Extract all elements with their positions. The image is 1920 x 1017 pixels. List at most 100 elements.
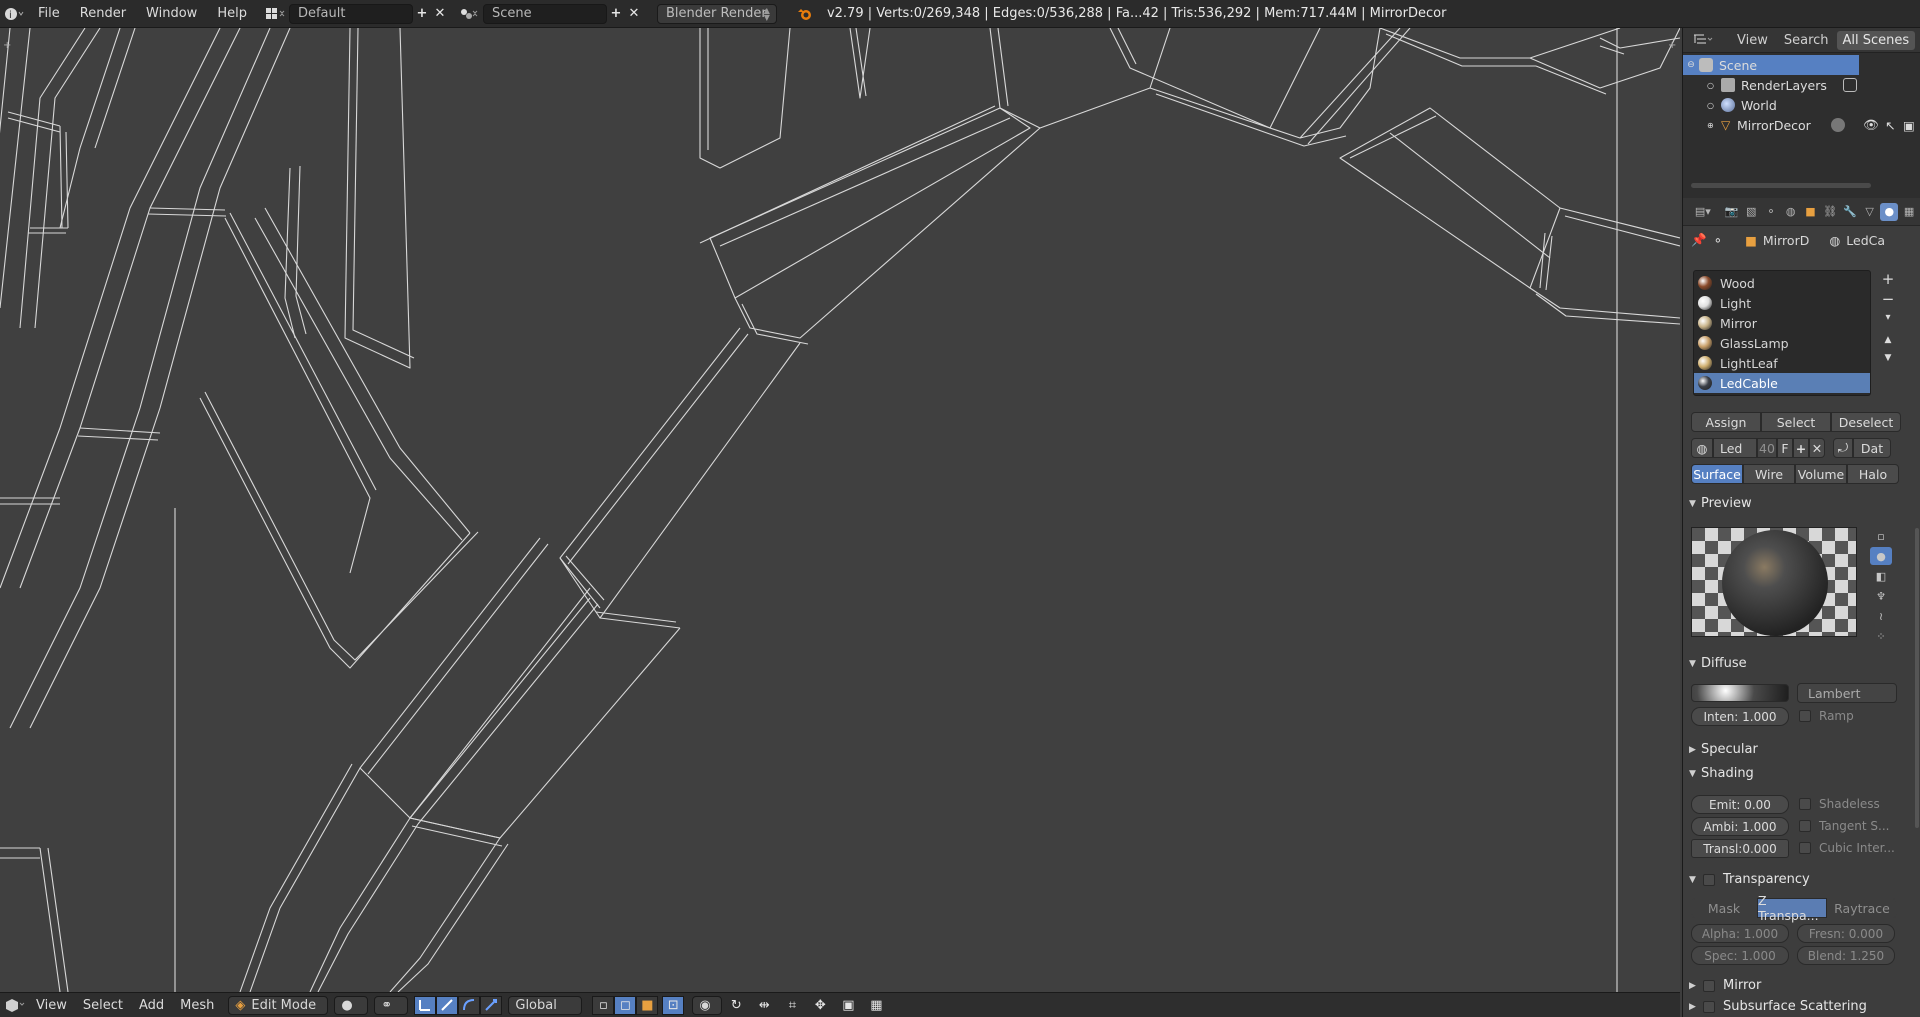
data-tab-icon[interactable]: ▽ bbox=[1861, 203, 1879, 221]
outliner-item-mirrordecor[interactable]: ⊕ ▽ MirrorDecor 👁 ↖ ▣ bbox=[1683, 115, 1920, 135]
vertex-select-icon[interactable]: ▫ bbox=[592, 995, 615, 1015]
outliner-menu-view[interactable]: View bbox=[1729, 28, 1776, 53]
preview-hair-icon[interactable]: ≀ bbox=[1870, 607, 1892, 625]
properties-scrollbar[interactable] bbox=[1915, 528, 1919, 828]
mask-tab[interactable]: Mask bbox=[1691, 898, 1757, 918]
snap-toggle-icon[interactable]: ⌗ bbox=[778, 994, 806, 1016]
scene-tab-icon[interactable]: ⚬ bbox=[1762, 203, 1780, 221]
3d-view-editor-icon[interactable] bbox=[0, 994, 28, 1016]
scale-manipulator-icon[interactable] bbox=[480, 995, 503, 1015]
fresnel-field[interactable]: Fresn: 0.000 bbox=[1797, 924, 1895, 943]
mirror-panel-header[interactable]: ▶ Mirror bbox=[1689, 978, 1761, 993]
diffuse-shader-dropdown[interactable]: Lambert bbox=[1797, 683, 1897, 703]
outliner-editor-type-icon[interactable] bbox=[1683, 29, 1723, 51]
menu-view[interactable]: View bbox=[28, 993, 75, 1017]
properties-shelf-toggle-icon[interactable]: + bbox=[1668, 40, 1676, 51]
3d-viewport[interactable]: + + bbox=[0, 28, 1680, 992]
add-layout-button[interactable]: + bbox=[413, 6, 431, 21]
assign-button[interactable]: Assign bbox=[1691, 412, 1761, 432]
material-slot[interactable]: LightLeaf bbox=[1694, 353, 1870, 373]
rotate-manipulator-icon[interactable] bbox=[458, 995, 481, 1015]
scene-field[interactable]: Scene bbox=[482, 3, 607, 24]
material-tab-icon[interactable]: ● bbox=[1880, 202, 1899, 221]
fake-user-toggle[interactable]: F bbox=[1777, 438, 1793, 458]
viewport-shading-dropdown[interactable]: ● bbox=[334, 995, 369, 1015]
shadeless-checkbox[interactable]: Shadeless bbox=[1799, 797, 1880, 811]
interaction-mode-dropdown[interactable]: ◈ Edit Mode bbox=[228, 995, 329, 1015]
constraints-tab-icon[interactable]: ⛓ bbox=[1821, 203, 1839, 221]
unlink-material-icon[interactable]: ✕ bbox=[1809, 438, 1825, 458]
remove-slot-icon[interactable]: − bbox=[1882, 290, 1895, 308]
expand-icon[interactable]: ⊕ bbox=[1707, 121, 1721, 130]
outliner-menu-search[interactable]: Search bbox=[1776, 28, 1837, 53]
halo-tab[interactable]: Halo bbox=[1847, 464, 1899, 484]
material-link-icon[interactable]: ⤾ bbox=[1833, 438, 1853, 458]
remove-layout-button[interactable]: ✕ bbox=[431, 6, 449, 21]
add-slot-icon[interactable]: + bbox=[1882, 270, 1895, 288]
modifiers-tab-icon[interactable]: 🔧 bbox=[1841, 203, 1859, 221]
material-link-dropdown[interactable]: Dat bbox=[1853, 438, 1891, 458]
manipulator-toggle-icon[interactable] bbox=[414, 995, 437, 1015]
preview-panel-header[interactable]: ▼ Preview bbox=[1689, 496, 1752, 511]
menu-window[interactable]: Window bbox=[136, 0, 207, 28]
preview-cube-icon[interactable]: ◧ bbox=[1870, 567, 1892, 585]
diffuse-panel-header[interactable]: ▼ Diffuse bbox=[1689, 656, 1747, 671]
object-tab-icon[interactable]: ■ bbox=[1802, 203, 1820, 221]
menu-render[interactable]: Render bbox=[70, 0, 136, 28]
outliner-item-renderlayers[interactable]: ○ RenderLayers bbox=[1683, 75, 1920, 95]
screen-layout-icon[interactable] bbox=[261, 3, 289, 25]
material-slot-list[interactable]: Wood Light Mirror GlassLamp LightLeaf Le… bbox=[1693, 270, 1871, 396]
diffuse-intensity-field[interactable]: Inten: 1.000 bbox=[1691, 707, 1789, 726]
preview-flat-icon[interactable]: ▫ bbox=[1870, 527, 1892, 545]
mirror-enable-checkbox[interactable] bbox=[1703, 979, 1715, 992]
menu-add[interactable]: Add bbox=[131, 993, 172, 1017]
browse-material-icon[interactable]: ◍ bbox=[1691, 438, 1713, 458]
material-slot[interactable]: Mirror bbox=[1694, 313, 1870, 333]
edge-select-icon[interactable]: ◻ bbox=[614, 995, 637, 1015]
pivot-point-dropdown[interactable]: ⚭ bbox=[374, 995, 409, 1015]
volume-tab[interactable]: Volume bbox=[1795, 464, 1847, 484]
remove-scene-button[interactable]: ✕ bbox=[625, 6, 643, 21]
proportional-edit-dropdown[interactable]: ◉ bbox=[692, 995, 723, 1015]
outliner-item-world[interactable]: ○ World bbox=[1683, 95, 1920, 115]
render-engine-dropdown[interactable]: Blender Render ▲ ▼ bbox=[656, 3, 777, 24]
material-users-count[interactable]: 40 bbox=[1757, 438, 1777, 458]
specular-alpha-field[interactable]: Spec: 1.000 bbox=[1691, 946, 1789, 965]
diffuse-color-swatch[interactable] bbox=[1691, 684, 1789, 702]
move-slot-up-icon[interactable]: ▲ bbox=[1885, 335, 1892, 345]
sculpt-snap-icon[interactable]: ✥ bbox=[806, 994, 834, 1016]
scene-icon[interactable] bbox=[455, 3, 483, 25]
opengl-render-icon[interactable]: ▣ bbox=[834, 994, 862, 1016]
select-button[interactable]: Select bbox=[1761, 412, 1831, 432]
selectable-arrow-icon[interactable]: ↖ bbox=[1885, 118, 1895, 133]
shading-panel-header[interactable]: ▼ Shading bbox=[1689, 766, 1754, 781]
deselect-button[interactable]: Deselect bbox=[1831, 412, 1901, 432]
renderable-camera-icon[interactable]: ▣ bbox=[1903, 118, 1915, 133]
sss-panel-header[interactable]: ▶ Subsurface Scattering bbox=[1689, 999, 1867, 1014]
material-slot[interactable]: Light bbox=[1694, 293, 1870, 313]
outliner-item-scene[interactable]: ⊖ Scene bbox=[1683, 55, 1859, 75]
transparency-enable-checkbox[interactable] bbox=[1703, 873, 1715, 886]
preview-sphere-icon[interactable]: ● bbox=[1870, 547, 1892, 565]
proportional-falloff-icon[interactable]: ↻ bbox=[722, 994, 750, 1016]
ramp-checkbox[interactable]: Ramp bbox=[1799, 709, 1854, 723]
layout-field[interactable]: Default bbox=[288, 3, 413, 24]
world-tab-icon[interactable]: ◍ bbox=[1782, 203, 1800, 221]
properties-editor-type-icon[interactable]: ▤▾ bbox=[1689, 203, 1717, 221]
menu-help[interactable]: Help bbox=[207, 0, 257, 28]
info-editor-type-icon[interactable]: i bbox=[0, 3, 28, 25]
render-tab-icon[interactable]: 📷 bbox=[1723, 203, 1741, 221]
fresnel-blend-field[interactable]: Blend: 1.250 bbox=[1797, 946, 1895, 965]
texture-tab-icon[interactable]: ▦ bbox=[1900, 203, 1918, 221]
new-material-icon[interactable]: + bbox=[1793, 438, 1809, 458]
translucency-field[interactable]: Transl:0.000 bbox=[1691, 839, 1789, 858]
material-name-field[interactable]: Led bbox=[1713, 438, 1757, 458]
limit-selection-icon[interactable]: ⊡ bbox=[662, 995, 685, 1015]
add-scene-button[interactable]: + bbox=[607, 6, 625, 21]
render-animation-icon[interactable]: ▦ bbox=[862, 994, 890, 1016]
transform-orientation-dropdown[interactable]: Global bbox=[508, 995, 583, 1015]
render-layers-tab-icon[interactable]: ▧ bbox=[1742, 203, 1760, 221]
material-slot[interactable]: Wood bbox=[1694, 273, 1870, 293]
z-transparency-tab[interactable]: Z Transpa... bbox=[1757, 893, 1827, 923]
cubic-interpolation-checkbox[interactable]: Cubic Inter... bbox=[1799, 841, 1895, 855]
